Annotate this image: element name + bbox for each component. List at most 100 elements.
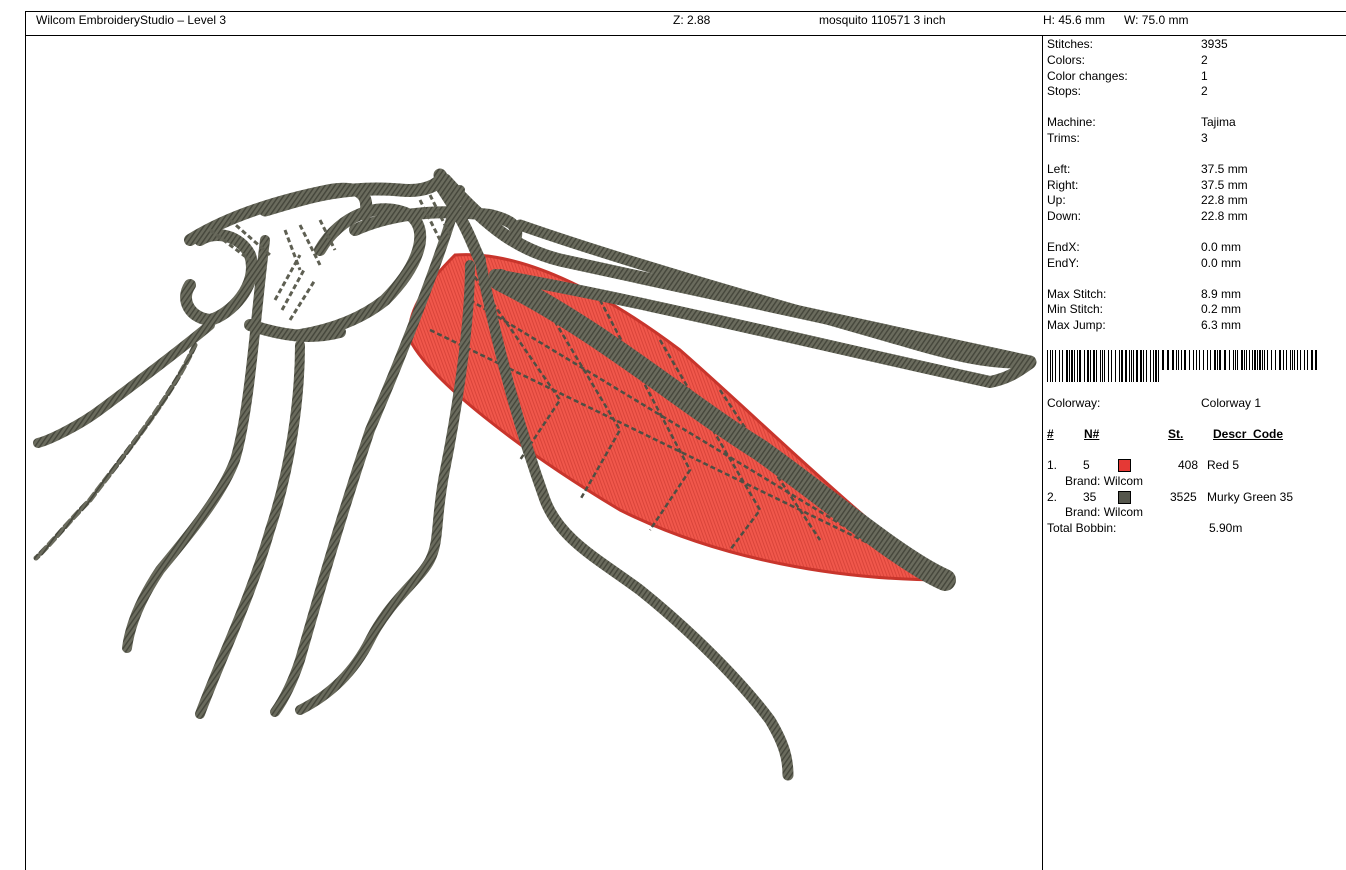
col-header-stitches: St. bbox=[1168, 427, 1184, 441]
barcode-bar bbox=[1229, 350, 1230, 370]
barcode-bar bbox=[1262, 350, 1263, 370]
zoom-level: Z: 2.88 bbox=[673, 13, 711, 27]
barcode-bar bbox=[1155, 350, 1157, 382]
barcode-bar bbox=[1271, 350, 1272, 370]
barcode-bar bbox=[1087, 350, 1089, 382]
colorway-row: Colorway: Colorway 1 bbox=[1047, 396, 1262, 410]
barcode-bar bbox=[1133, 350, 1134, 382]
barcode-bar bbox=[1096, 350, 1097, 382]
stat-endy: EndY: 0.0 mm bbox=[1047, 256, 1242, 270]
barcode-bar bbox=[1066, 350, 1068, 382]
barcode-bar bbox=[1290, 350, 1291, 370]
barcode-bar bbox=[1079, 350, 1081, 382]
barcode-bar bbox=[1292, 350, 1293, 370]
barcode-bar bbox=[1176, 350, 1177, 370]
barcode-bar bbox=[1210, 350, 1211, 370]
barcode-bar bbox=[1162, 350, 1164, 370]
barcode-bar bbox=[1283, 350, 1284, 370]
design-info-panel: Stitches: 3935 Colors: 2 Color changes: … bbox=[1043, 36, 1346, 870]
stat-color-changes: Color changes: 1 bbox=[1047, 69, 1208, 83]
barcode-bar bbox=[1158, 350, 1159, 382]
barcode-bar bbox=[1102, 350, 1103, 382]
barcode-bar bbox=[1172, 350, 1174, 370]
design-width: W: 75.0 mm bbox=[1124, 13, 1189, 27]
barcode-bar bbox=[1217, 350, 1218, 370]
barcode-bar bbox=[1136, 350, 1138, 382]
barcode-bar bbox=[1311, 350, 1313, 370]
barcode-bar bbox=[1315, 350, 1317, 370]
thread-brand: Brand: Wilcom bbox=[1065, 474, 1144, 488]
barcode-bar bbox=[1254, 350, 1256, 370]
stat-endx: EndX: 0.0 mm bbox=[1047, 240, 1242, 254]
barcode-bar bbox=[1297, 350, 1298, 370]
barcode-bar bbox=[1279, 350, 1281, 370]
mosquito-outline-thread bbox=[33, 168, 1037, 781]
barcode-bar bbox=[1241, 350, 1243, 370]
col-header-description: Descr_Code bbox=[1213, 427, 1284, 441]
barcode-bar bbox=[1052, 350, 1053, 382]
barcode-bar bbox=[1153, 350, 1154, 382]
barcode-bar bbox=[1196, 350, 1197, 370]
barcode-bar bbox=[1300, 350, 1301, 370]
stat-colors: Colors: 2 bbox=[1047, 53, 1208, 67]
barcode-bar bbox=[1108, 350, 1109, 382]
mosquito-embroidery-design bbox=[33, 168, 1037, 781]
barcode-bar bbox=[1214, 350, 1216, 370]
design-canvas[interactable] bbox=[26, 36, 1042, 870]
barcode-bar bbox=[1129, 350, 1130, 382]
barcode-bar bbox=[1275, 350, 1276, 370]
barcode-bar bbox=[1184, 350, 1186, 370]
stat-stops: Stops: 2 bbox=[1047, 84, 1208, 98]
barcode-bar bbox=[1050, 350, 1051, 382]
stat-max-jump: Max Jump: 6.3 mm bbox=[1047, 318, 1242, 332]
barcode-bar bbox=[1203, 350, 1204, 370]
thread-row: 1. 5 408 Red 5 bbox=[1047, 458, 1240, 472]
barcode-bar bbox=[1257, 350, 1258, 370]
barcode-bar bbox=[1199, 350, 1200, 370]
total-bobbin: Total Bobbin: 5.90m bbox=[1047, 521, 1243, 535]
barcode-bar bbox=[1140, 350, 1142, 382]
stat-down: Down: 22.8 mm bbox=[1047, 209, 1248, 223]
barcode-bar bbox=[1224, 350, 1226, 370]
barcode-bar bbox=[1074, 350, 1075, 382]
barcode-bar bbox=[1249, 350, 1250, 370]
barcode-bar bbox=[1304, 350, 1305, 370]
barcode-bar bbox=[1131, 350, 1132, 382]
barcode-bar bbox=[1267, 350, 1268, 370]
barcode-bar bbox=[1069, 350, 1070, 382]
barcode-bar bbox=[1119, 350, 1120, 382]
thread-row: 2. 35 3525 Murky Green 35 bbox=[1047, 490, 1294, 504]
barcode-bar bbox=[1093, 350, 1095, 382]
barcode-bar bbox=[1100, 350, 1101, 382]
barcode-bar bbox=[1207, 350, 1208, 370]
stat-up: Up: 22.8 mm bbox=[1047, 193, 1248, 207]
barcode-bar bbox=[1193, 350, 1194, 370]
thread-brand: Brand: Wilcom bbox=[1065, 505, 1144, 519]
stat-stitches: Stitches: 3935 bbox=[1047, 37, 1228, 51]
design-name: mosquito 110571 3 inch bbox=[819, 13, 946, 27]
barcode-bar bbox=[1219, 350, 1221, 370]
barcode-bar bbox=[1246, 350, 1247, 370]
barcode-bar bbox=[1084, 350, 1085, 382]
barcode-bar bbox=[1077, 350, 1078, 382]
design-height: H: 45.6 mm bbox=[1043, 13, 1106, 27]
barcode-bar bbox=[1104, 350, 1105, 382]
barcode-bar bbox=[1307, 350, 1308, 370]
barcode-bar bbox=[1294, 350, 1295, 370]
barcode-bar bbox=[1259, 350, 1261, 370]
stat-min-stitch: Min Stitch: 0.2 mm bbox=[1047, 302, 1242, 316]
barcode-bar bbox=[1244, 350, 1245, 370]
app-title: Wilcom EmbroideryStudio – Level 3 bbox=[36, 13, 227, 27]
barcode-bar bbox=[1189, 350, 1190, 370]
barcode-bar bbox=[1090, 350, 1091, 382]
barcode-bar bbox=[1146, 350, 1147, 382]
barcode-bar bbox=[1111, 350, 1112, 382]
barcode-bar bbox=[1235, 350, 1236, 370]
barcode-bar bbox=[1286, 350, 1287, 370]
barcode-bar bbox=[1143, 350, 1144, 382]
barcode-bar bbox=[1121, 350, 1123, 382]
stat-machine: Machine: Tajima bbox=[1047, 115, 1236, 129]
barcode-bar bbox=[1167, 350, 1169, 370]
barcode-bar bbox=[1237, 350, 1238, 370]
barcode-bar bbox=[1125, 350, 1127, 382]
